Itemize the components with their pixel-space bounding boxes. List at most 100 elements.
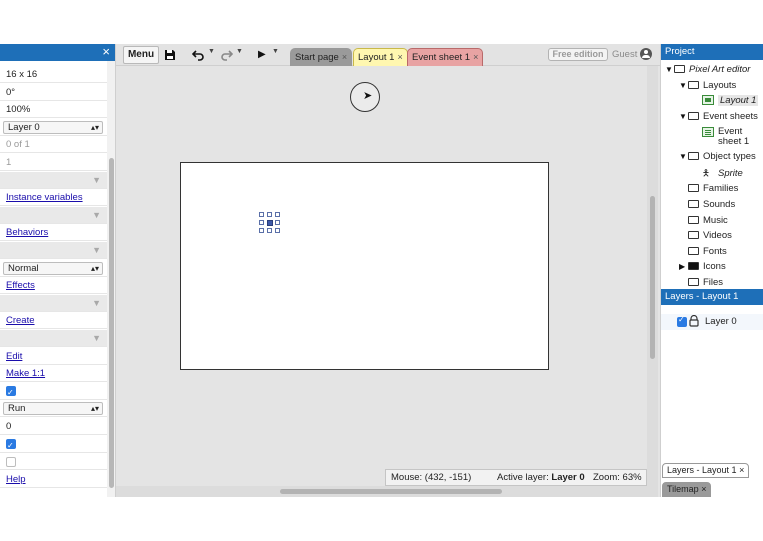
resize-handle[interactable] [267, 228, 272, 233]
scrollbar-thumb[interactable] [280, 489, 502, 494]
layer-row[interactable]: Layer 0 [661, 314, 763, 330]
layer-visible-checkbox[interactable] [677, 315, 687, 327]
resize-handle[interactable] [275, 212, 280, 217]
project-tree-item[interactable]: ▼ Object types [679, 149, 756, 164]
project-tree-item[interactable]: Music [679, 213, 728, 228]
scrollbar-thumb[interactable] [109, 158, 114, 488]
tree-item-label: Sounds [703, 199, 736, 210]
property-link[interactable]: Effects [6, 280, 35, 291]
folder-icon [674, 65, 685, 74]
property-link[interactable]: Help [6, 474, 26, 485]
horizontal-scrollbar[interactable] [116, 486, 647, 497]
property-link[interactable]: Behaviors [6, 227, 48, 238]
property-value[interactable]: 0° [6, 87, 15, 98]
collapse-icon[interactable]: ▼ [92, 207, 101, 224]
layout-view[interactable]: ➤ Mouse: (432, -151) Active layer: Layer… [116, 66, 660, 497]
property-value[interactable]: 0 [6, 421, 11, 432]
property-select[interactable]: Normal ▴▾ [3, 261, 103, 275]
property-checkbox-row [0, 436, 107, 454]
property-link[interactable]: Edit [6, 351, 22, 362]
property-select[interactable]: Layer 0 ▴▾ [3, 120, 103, 134]
expand-icon[interactable]: ▼ [679, 109, 688, 124]
tab-event-sheet-1[interactable]: Event sheet 1 × [407, 48, 484, 66]
close-icon[interactable]: × [342, 52, 347, 62]
property-checkbox-row [0, 453, 107, 471]
expand-icon[interactable]: ▼ [679, 78, 688, 93]
resize-handle[interactable] [259, 228, 264, 233]
layout-area[interactable] [180, 162, 549, 370]
project-tree-item[interactable]: Fonts [679, 244, 727, 259]
property-section-header[interactable]: ▼ [0, 206, 107, 224]
project-tree-item[interactable]: ▼ Layouts [679, 78, 736, 93]
project-tree-item[interactable]: Event sheet 1 [693, 125, 758, 147]
collapse-icon[interactable]: ▼ [92, 242, 101, 259]
guest-label[interactable]: Guest [612, 48, 637, 61]
expand-icon[interactable]: ▼ [665, 62, 674, 77]
redo-dropdown-icon[interactable]: ▼ [236, 48, 243, 55]
undo-icon[interactable] [191, 46, 205, 64]
tab-layout-1[interactable]: Layout 1 × [353, 48, 408, 66]
property-checkbox[interactable] [6, 437, 16, 454]
project-tree-item[interactable]: Layout 1 [693, 93, 759, 108]
property-select[interactable]: Run ▴▾ [3, 402, 103, 416]
property-section-header[interactable]: ▼ [0, 242, 107, 259]
property-section-header[interactable]: ▼ [0, 330, 107, 347]
properties-scrollbar[interactable] [107, 61, 115, 497]
project-panel-header: Project [661, 44, 763, 60]
project-tree-item[interactable]: Families [679, 181, 738, 196]
project-tree-item[interactable]: ▶ Icons [679, 259, 726, 274]
resize-handle[interactable] [275, 228, 280, 233]
redo-icon[interactable] [220, 46, 234, 64]
scrollbar-thumb[interactable] [650, 196, 655, 359]
property-checkbox[interactable] [6, 384, 16, 401]
project-tree-item[interactable]: 🯅 Sprite [693, 166, 743, 181]
sprite-image[interactable] [267, 220, 273, 226]
tab-layers-layout-1[interactable]: Layers - Layout 1 × [662, 463, 750, 478]
tab-label: Tilemap [667, 484, 699, 494]
user-icon[interactable] [640, 48, 652, 60]
property-link[interactable]: Instance variables [6, 192, 83, 203]
project-tree-item[interactable]: Files [679, 275, 723, 290]
resize-handle[interactable] [259, 212, 264, 217]
sprite-instance[interactable] [259, 212, 281, 234]
tab-start-page[interactable]: Start page × [290, 48, 353, 66]
property-link[interactable]: Create [6, 315, 35, 326]
close-icon[interactable]: × [473, 52, 478, 62]
play-dropdown-icon[interactable]: ▼ [272, 48, 279, 55]
resize-handle[interactable] [275, 220, 280, 225]
tab-tilemap[interactable]: Tilemap × [662, 482, 712, 497]
property-checkbox[interactable] [6, 456, 16, 467]
play-icon[interactable]: ▶ [258, 46, 266, 64]
collapse-icon[interactable]: ▼ [92, 172, 101, 189]
vertical-scrollbar[interactable] [647, 66, 658, 497]
free-edition-button[interactable]: Free edition [548, 48, 608, 61]
close-icon[interactable]: × [739, 465, 744, 475]
undo-dropdown-icon[interactable]: ▼ [208, 48, 215, 55]
property-checkbox-row [0, 383, 107, 401]
collapse-icon[interactable]: ▼ [92, 295, 101, 312]
property-link-row: Instance variables [0, 189, 107, 207]
property-value-row: 0 of 1 [0, 136, 107, 154]
layer-name: Layer 0 [705, 316, 737, 327]
active-layer-value: Layer 0 [551, 472, 585, 483]
property-section-header[interactable]: ▼ [0, 294, 107, 312]
lock-icon[interactable] [689, 314, 699, 330]
property-value[interactable]: 16 x 16 [6, 69, 37, 80]
menu-button[interactable]: Menu [123, 46, 159, 64]
save-icon[interactable] [164, 46, 176, 64]
close-icon[interactable]: × [397, 52, 402, 62]
property-value[interactable]: 100% [6, 104, 30, 115]
close-icon[interactable]: × [701, 484, 706, 494]
project-tree-item[interactable]: ▼ Event sheets [679, 109, 758, 124]
collapse-icon[interactable]: ▶ [679, 259, 688, 274]
project-tree-item[interactable]: ▼ Pixel Art editor [665, 62, 750, 77]
property-link[interactable]: Make 1:1 [6, 368, 45, 379]
resize-handle[interactable] [259, 220, 264, 225]
resize-handle[interactable] [267, 212, 272, 217]
project-tree-item[interactable]: Videos [679, 228, 732, 243]
property-section-header[interactable]: ▼ [0, 171, 107, 189]
close-icon[interactable]: × [102, 45, 110, 59]
expand-icon[interactable]: ▼ [679, 149, 688, 164]
collapse-icon[interactable]: ▼ [92, 330, 101, 347]
project-tree-item[interactable]: Sounds [679, 197, 735, 212]
